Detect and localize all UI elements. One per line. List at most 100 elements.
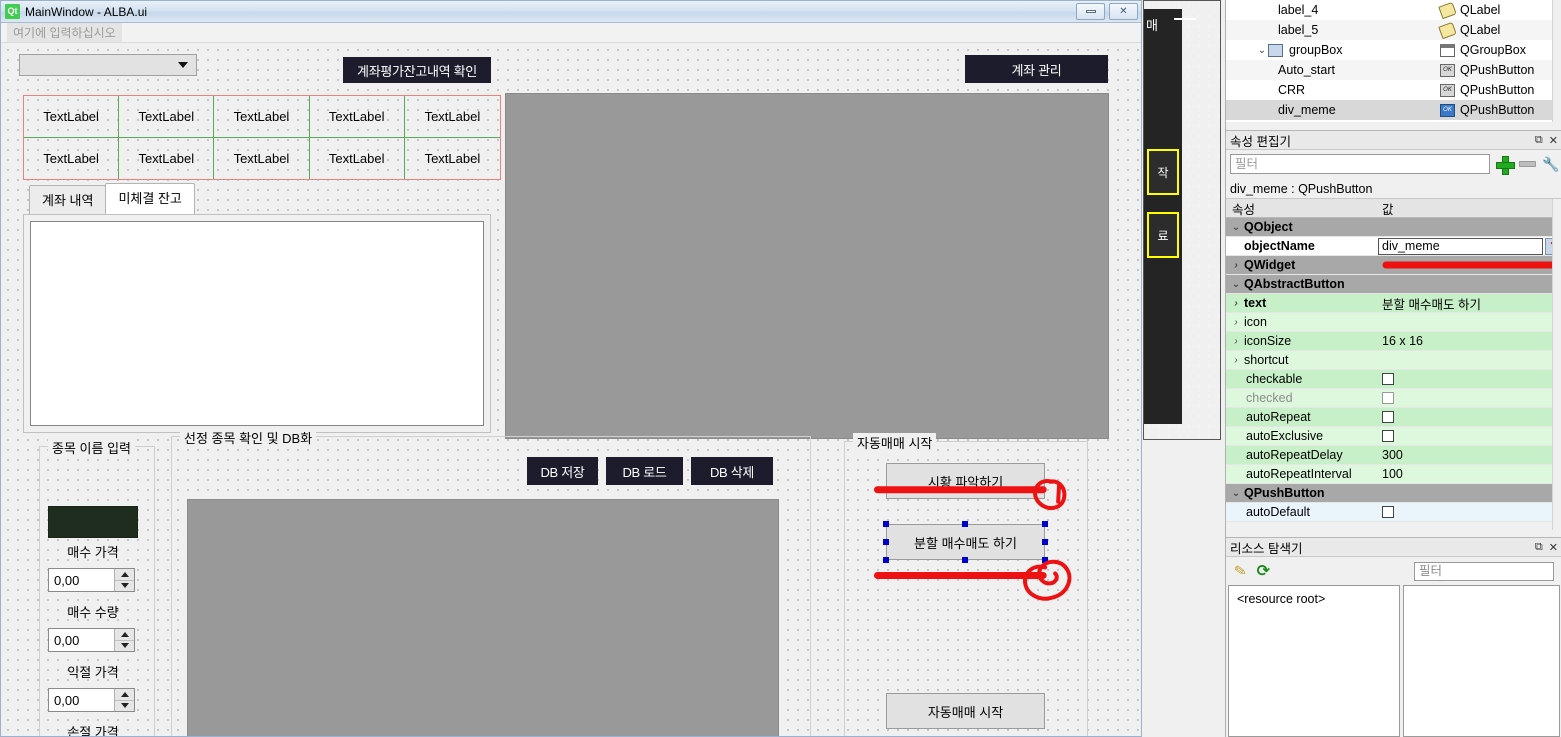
- account-tabwidget[interactable]: 계좌 내역 미체결 잔고: [23, 183, 491, 433]
- resource-root-item[interactable]: <resource root>: [1237, 592, 1325, 606]
- selection-handle[interactable]: [883, 539, 889, 545]
- property-group-qobject[interactable]: ⌄ QObject: [1226, 218, 1561, 237]
- spinbox-up-icon[interactable]: [115, 689, 134, 701]
- spinbox-up-icon[interactable]: [115, 629, 134, 641]
- property-row-autorepeatdelay[interactable]: autoRepeatDelay 300: [1226, 446, 1561, 465]
- floating-panel-button-end[interactable]: 료: [1147, 212, 1179, 258]
- property-row-shortcut[interactable]: › shortcut: [1226, 351, 1561, 370]
- property-group-qwidget[interactable]: › QWidget: [1226, 256, 1561, 275]
- property-value[interactable]: 100: [1376, 467, 1561, 481]
- property-row-checkable[interactable]: checkable: [1226, 370, 1561, 389]
- property-row-iconsize[interactable]: › iconSize 16 x 16: [1226, 332, 1561, 351]
- auto-trading-start-button[interactable]: 자동매매 시작: [886, 693, 1045, 729]
- plus-icon[interactable]: [1496, 155, 1515, 175]
- property-row-objectname[interactable]: objectName div_meme ↰: [1226, 237, 1561, 256]
- property-group-qpushbutton[interactable]: ⌄ QPushButton: [1226, 484, 1561, 503]
- spinbox-steppers[interactable]: [114, 569, 134, 591]
- property-editor-scrollbar[interactable]: [1552, 199, 1561, 530]
- chevron-right-icon[interactable]: ›: [1230, 336, 1242, 347]
- property-group-qabstractbutton[interactable]: ⌄ QAbstractButton: [1226, 275, 1561, 294]
- object-inspector-tree[interactable]: label_4 QLabel label_5 QLabel ⌄ groupBox: [1226, 0, 1561, 122]
- spinbox-down-icon[interactable]: [115, 700, 134, 711]
- wrench-icon[interactable]: 🔧: [1542, 156, 1559, 172]
- chevron-down-icon[interactable]: ⌄: [1230, 279, 1242, 290]
- pencil-icon[interactable]: ✎: [1233, 561, 1248, 581]
- account-manage-button[interactable]: 계좌 관리: [965, 55, 1108, 83]
- chart-placeholder-panel[interactable]: [505, 93, 1109, 439]
- minimize-button[interactable]: [1076, 3, 1105, 20]
- buy-price-spinbox[interactable]: 0,00: [48, 568, 135, 592]
- objectname-input[interactable]: div_meme: [1378, 237, 1543, 255]
- floating-panel-button-start[interactable]: 작: [1147, 149, 1179, 195]
- db-table-placeholder[interactable]: [187, 499, 779, 736]
- selection-handle[interactable]: [1042, 521, 1048, 527]
- account-eval-button[interactable]: 계좌평가잔고내역 확인: [343, 57, 491, 83]
- property-row-autorepeat[interactable]: autoRepeat: [1226, 408, 1561, 427]
- selection-handle[interactable]: [962, 521, 968, 527]
- form-canvas[interactable]: 계좌평가잔고내역 확인 계좌 관리 TextLabel TextLabel Te…: [1, 43, 1141, 736]
- selection-handle[interactable]: [1042, 539, 1048, 545]
- spinbox-down-icon[interactable]: [115, 580, 134, 591]
- resource-preview-pane[interactable]: [1403, 585, 1560, 737]
- property-filter-input[interactable]: 필터: [1230, 154, 1490, 174]
- menu-placeholder[interactable]: 여기에 입력하십시오: [7, 23, 122, 42]
- tree-row[interactable]: Auto_start OK QPushButton: [1226, 60, 1561, 80]
- db-load-button[interactable]: DB 로드: [606, 457, 683, 485]
- resource-filter-input[interactable]: 필터: [1414, 561, 1554, 581]
- chevron-down-icon[interactable]: ⌄: [1256, 45, 1268, 56]
- menubar[interactable]: 여기에 입력하십시오: [1, 23, 1141, 43]
- spinbox-steppers[interactable]: [114, 629, 134, 651]
- object-inspector-scrollbar[interactable]: [1552, 0, 1561, 122]
- resource-tree[interactable]: <resource root>: [1228, 585, 1400, 737]
- refresh-icon[interactable]: ⟳: [1257, 561, 1270, 581]
- checkbox-autoexclusive[interactable]: [1382, 430, 1394, 442]
- property-value[interactable]: 300: [1376, 448, 1561, 462]
- property-row-text[interactable]: › text 분할 매수매도 하기: [1226, 294, 1561, 313]
- db-delete-button[interactable]: DB 삭제: [691, 457, 773, 485]
- property-row-checked[interactable]: checked: [1226, 389, 1561, 408]
- tab-account-history[interactable]: 계좌 내역: [29, 185, 107, 214]
- selection-handle[interactable]: [1042, 557, 1048, 563]
- chevron-right-icon[interactable]: ›: [1230, 260, 1242, 271]
- tree-row[interactable]: label_4 QLabel: [1226, 0, 1561, 20]
- property-row-autodefault[interactable]: autoDefault: [1226, 503, 1561, 522]
- chevron-right-icon[interactable]: ›: [1230, 317, 1242, 328]
- tree-row-groupbox[interactable]: ⌄ groupBox QGroupBox: [1226, 40, 1561, 60]
- tabbar[interactable]: 계좌 내역 미체결 잔고: [23, 183, 491, 214]
- tree-row-selected[interactable]: div_meme OK QPushButton: [1226, 100, 1561, 120]
- selection-handle[interactable]: [883, 557, 889, 563]
- selection-handle[interactable]: [883, 521, 889, 527]
- checkbox-checkable[interactable]: [1382, 373, 1394, 385]
- take-profit-spinbox[interactable]: 0,00: [48, 688, 135, 712]
- market-analysis-button[interactable]: 시황 파악하기: [886, 463, 1045, 499]
- checkbox-autorepeat[interactable]: [1382, 411, 1394, 423]
- open-orders-list[interactable]: [30, 221, 484, 426]
- chevron-down-icon[interactable]: ⌄: [1230, 488, 1242, 499]
- close-icon[interactable]: ✕: [1549, 134, 1558, 147]
- close-button[interactable]: ✕: [1109, 3, 1138, 20]
- tree-row[interactable]: label_5 QLabel: [1226, 20, 1561, 40]
- chevron-right-icon[interactable]: ›: [1230, 355, 1242, 366]
- close-icon[interactable]: ✕: [1549, 541, 1558, 554]
- chevron-down-icon[interactable]: ⌄: [1230, 222, 1242, 233]
- checkbox-autodefault[interactable]: [1382, 506, 1394, 518]
- property-row-icon[interactable]: › icon: [1226, 313, 1561, 332]
- floating-dark-panel[interactable]: 매 작 료: [1143, 0, 1221, 440]
- db-save-button[interactable]: DB 저장: [527, 457, 598, 485]
- selection-handle[interactable]: [962, 557, 968, 563]
- spinbox-down-icon[interactable]: [115, 640, 134, 651]
- tree-row[interactable]: CRR OK QPushButton: [1226, 80, 1561, 100]
- buy-qty-spinbox[interactable]: 0,00: [48, 628, 135, 652]
- undock-icon[interactable]: ⧉: [1535, 541, 1543, 554]
- tab-open-orders[interactable]: 미체결 잔고: [105, 183, 195, 214]
- stock-name-input[interactable]: [48, 506, 138, 538]
- property-row-autorepeatinterval[interactable]: autoRepeatInterval 100: [1226, 465, 1561, 484]
- split-trade-button[interactable]: 분할 매수매도 하기: [886, 524, 1045, 560]
- spinbox-steppers[interactable]: [114, 689, 134, 711]
- undock-icon[interactable]: ⧉: [1535, 134, 1543, 147]
- property-table[interactable]: ⌄QObject objectName div_meme ↰ ›QWidget: [1226, 218, 1561, 530]
- account-combobox[interactable]: [19, 54, 197, 76]
- property-row-autoexclusive[interactable]: autoExclusive: [1226, 427, 1561, 446]
- chevron-right-icon[interactable]: ›: [1230, 298, 1242, 309]
- spinbox-up-icon[interactable]: [115, 569, 134, 581]
